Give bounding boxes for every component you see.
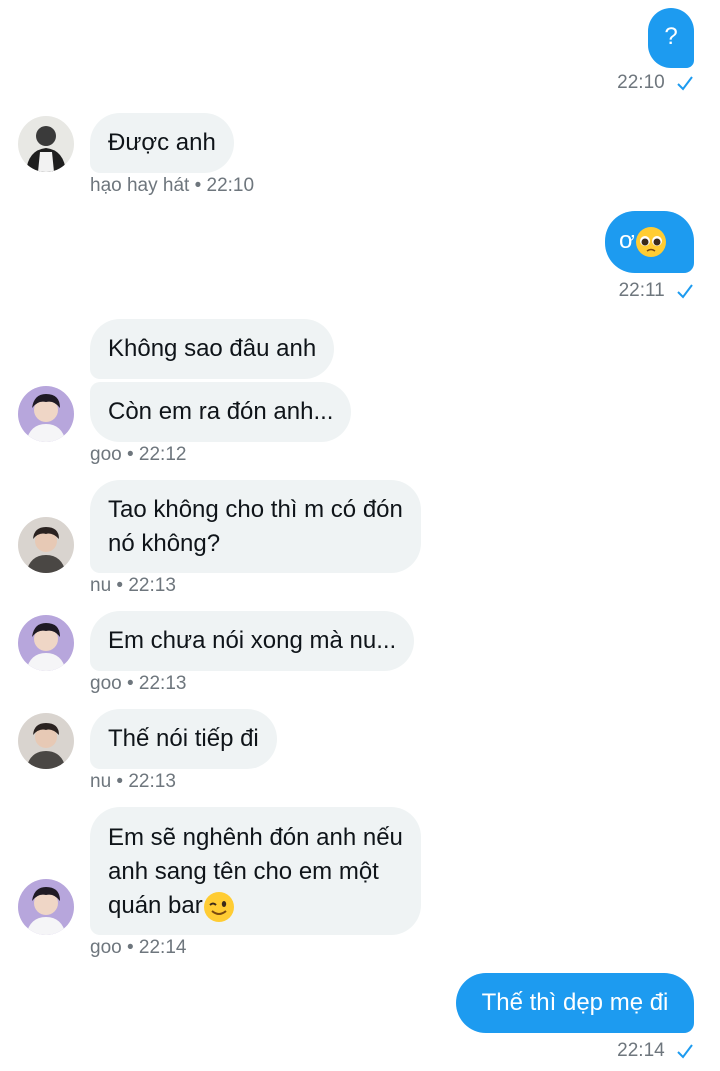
message-meta: goo • 22:12 [90, 444, 187, 465]
incoming-message[interactable]: Tao không cho thì m có đón nó không? [90, 480, 421, 573]
message-text-line: Tao không cho thì m có đón [108, 496, 403, 523]
avatar[interactable] [18, 386, 74, 442]
check-icon [677, 284, 693, 299]
incoming-message[interactable]: Em sẽ nghênh đón anh nếu anh sang tên ch… [90, 807, 421, 935]
avatar[interactable] [18, 116, 74, 172]
avatar[interactable] [18, 517, 74, 573]
check-icon [677, 76, 693, 91]
check-icon [677, 1044, 693, 1059]
message-text-line: nó không? [108, 530, 221, 557]
outgoing-message[interactable]: Thế thì dẹp mẹ đi [456, 973, 694, 1033]
incoming-message[interactable]: Còn em ra đón anh... [90, 382, 352, 442]
message-text-line: quán bar [108, 889, 403, 923]
message-text: Không sao đâu anh [108, 335, 317, 362]
message-timestamp: 22:10 [617, 72, 694, 94]
outgoing-message[interactable]: ? [648, 8, 694, 68]
winking-face-emoji-icon [203, 891, 234, 922]
incoming-message[interactable]: Em chưa nói xong mà nu... [90, 611, 415, 671]
message-meta: hạo hay hát • 22:10 [90, 175, 255, 196]
avatar[interactable] [18, 615, 74, 671]
message-text: Được anh [108, 129, 216, 156]
message-meta: nu • 22:13 [90, 575, 176, 596]
incoming-message[interactable]: Thế nói tiếp đi [90, 709, 277, 769]
pleading-face-emoji-icon [635, 226, 666, 257]
incoming-message[interactable]: Không sao đâu anh [90, 319, 335, 379]
message-text: Thế thì dẹp mẹ đi [481, 989, 669, 1016]
message-text: Em chưa nói xong mà nu... [108, 627, 397, 654]
outgoing-message[interactable]: ơ [605, 211, 694, 273]
message-timestamp: 22:14 [617, 1040, 694, 1062]
avatar[interactable] [18, 713, 74, 769]
message-text: Thế nói tiếp đi [108, 725, 259, 752]
message-meta: nu • 22:13 [90, 771, 176, 792]
message-meta: goo • 22:13 [90, 673, 187, 694]
message-timestamp: 22:11 [619, 280, 694, 302]
message-meta: goo • 22:14 [90, 937, 187, 958]
message-text-line: anh sang tên cho em một [108, 858, 379, 885]
message-text: ơ [619, 227, 635, 254]
incoming-message[interactable]: Được anh [90, 113, 234, 173]
message-text: Còn em ra đón anh... [108, 398, 334, 425]
message-text: ? [664, 23, 678, 50]
message-text-line: Em sẽ nghênh đón anh nếu [108, 824, 403, 851]
avatar[interactable] [18, 879, 74, 935]
